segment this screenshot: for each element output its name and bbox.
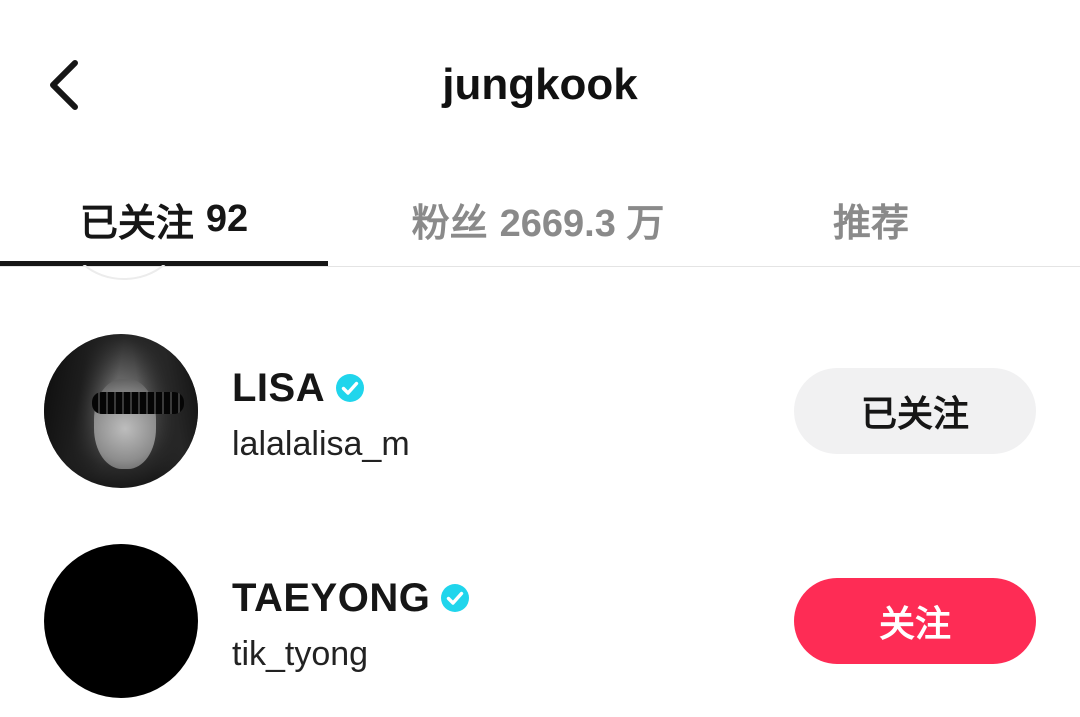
avatar-mask — [92, 392, 184, 414]
follow-button[interactable]: 关注 — [794, 578, 1036, 664]
verified-badge-icon — [440, 583, 470, 613]
display-name: LISA — [232, 365, 326, 410]
tab-following[interactable]: 已关注 92 — [0, 172, 328, 266]
avatar[interactable] — [44, 334, 198, 488]
tab-followers[interactable]: 粉丝 2669.3 万 — [328, 172, 748, 266]
name-line: LISA — [232, 360, 752, 416]
tab-bar: 已关注 92 粉丝 2669.3 万 推荐 — [0, 172, 1080, 267]
tab-followers-label: 粉丝 — [411, 202, 488, 245]
tab-following-count: 92 — [205, 197, 249, 240]
list-item[interactable]: TAEYONG tik_tyong 关注 — [0, 530, 1080, 710]
header: jungkook — [0, 0, 1080, 170]
following-list-screen: jungkook 已关注 92 粉丝 2669.3 万 推荐 LISA lala… — [0, 0, 1080, 717]
username: lalalalisa_m — [232, 425, 410, 463]
list-item[interactable]: LISA lalalalisa_m 已关注 — [0, 320, 1080, 500]
tab-recommended-label: 推荐 — [832, 202, 909, 245]
page-title: jungkook — [442, 60, 638, 109]
display-name: TAEYONG — [232, 575, 431, 620]
user-info: TAEYONG tik_tyong — [232, 570, 752, 676]
following-button[interactable]: 已关注 — [794, 368, 1036, 454]
verified-badge-icon — [335, 373, 365, 403]
tab-followers-count: 2669.3 万 — [499, 202, 665, 245]
name-line: TAEYONG — [232, 570, 752, 626]
tab-recommended[interactable]: 推荐 — [748, 172, 994, 266]
tab-following-label: 已关注 — [79, 202, 194, 245]
username: tik_tyong — [232, 635, 369, 673]
avatar[interactable] — [44, 544, 198, 698]
user-info: LISA lalalalisa_m — [232, 360, 752, 466]
